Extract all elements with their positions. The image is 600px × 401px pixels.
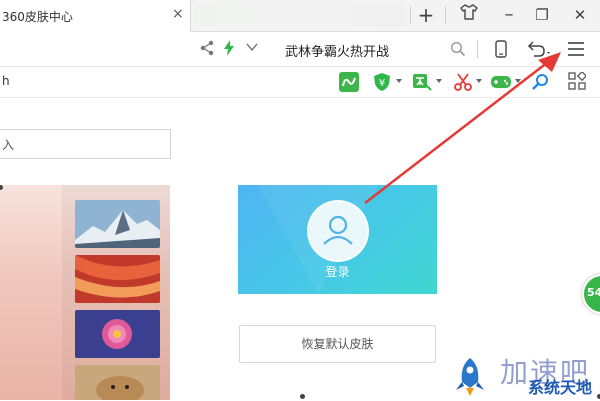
watermark-site-name: 系统天地	[528, 378, 593, 397]
phone-icon[interactable]	[494, 40, 508, 61]
shield-ext-icon[interactable]: ¥	[372, 72, 392, 92]
new-tab-button[interactable]: +	[414, 4, 438, 26]
skin-search-input[interactable]: 入	[0, 129, 171, 159]
address-bar: 武林争霸火热开战	[0, 32, 600, 67]
tab-bar: 360皮肤中心 × + – ❐ ✕	[0, 0, 600, 32]
apps-grid-icon[interactable]	[568, 70, 588, 92]
chevron-down-icon[interactable]	[515, 79, 521, 83]
skin-center-page: 入 登录 恢复默认皮肤 54 加速吧 系统天地	[0, 98, 600, 400]
tab-title: 360皮肤中心	[2, 10, 73, 24]
divider	[410, 6, 411, 24]
chevron-down-icon[interactable]	[245, 41, 259, 56]
skin-thumb-dog[interactable]	[75, 365, 160, 400]
resize-handle[interactable]	[300, 394, 305, 399]
watermark-rocket-icon	[450, 356, 490, 401]
wallpaper-ext-icon[interactable]	[339, 72, 359, 92]
login-label[interactable]: 登录	[238, 263, 437, 280]
tshirt-icon[interactable]	[457, 4, 481, 26]
chevron-down-icon[interactable]	[396, 79, 402, 83]
close-window-button[interactable]: ✕	[568, 4, 592, 26]
translate-ext-icon[interactable]	[412, 72, 432, 92]
bookmark-fragment[interactable]: h	[2, 74, 10, 88]
share-icon[interactable]	[200, 40, 214, 59]
user-icon	[323, 215, 353, 245]
bolt-icon[interactable]	[223, 40, 235, 59]
skin-thumb-canyon[interactable]	[75, 255, 160, 303]
search-icon[interactable]	[450, 41, 466, 60]
skin-thumb-mountain[interactable]	[75, 200, 160, 248]
extensions-bar: h ¥	[0, 67, 600, 98]
game-ext-icon[interactable]	[490, 72, 511, 92]
svg-text:¥: ¥	[379, 78, 385, 89]
restore-window-button[interactable]: ❐	[530, 4, 554, 26]
skin-thumb-flower[interactable]	[75, 310, 160, 358]
search-ext-icon[interactable]	[530, 72, 550, 92]
address-input[interactable]: 武林争霸火热开战	[285, 41, 389, 60]
badge-count: 54	[587, 286, 600, 299]
chevron-down-icon[interactable]	[436, 79, 442, 83]
restore-default-skin-button[interactable]: 恢复默认皮肤	[239, 325, 436, 363]
login-card[interactable]: 登录	[238, 185, 437, 294]
avatar[interactable]	[307, 200, 369, 262]
minimize-button[interactable]: –	[497, 4, 521, 26]
floating-badge[interactable]: 54	[582, 274, 600, 314]
blurred-tab	[195, 4, 405, 26]
scissors-ext-icon[interactable]	[453, 72, 473, 92]
divider	[445, 6, 446, 24]
tab-close-icon[interactable]: ×	[172, 6, 184, 22]
tab-skin-center[interactable]: 360皮肤中心 ×	[0, 0, 191, 32]
search-placeholder: 入	[2, 138, 15, 152]
chevron-down-icon[interactable]	[476, 79, 482, 83]
undo-icon[interactable]	[525, 40, 553, 61]
menu-icon[interactable]	[567, 42, 585, 59]
divider	[477, 40, 478, 58]
skin-gallery	[0, 185, 170, 400]
